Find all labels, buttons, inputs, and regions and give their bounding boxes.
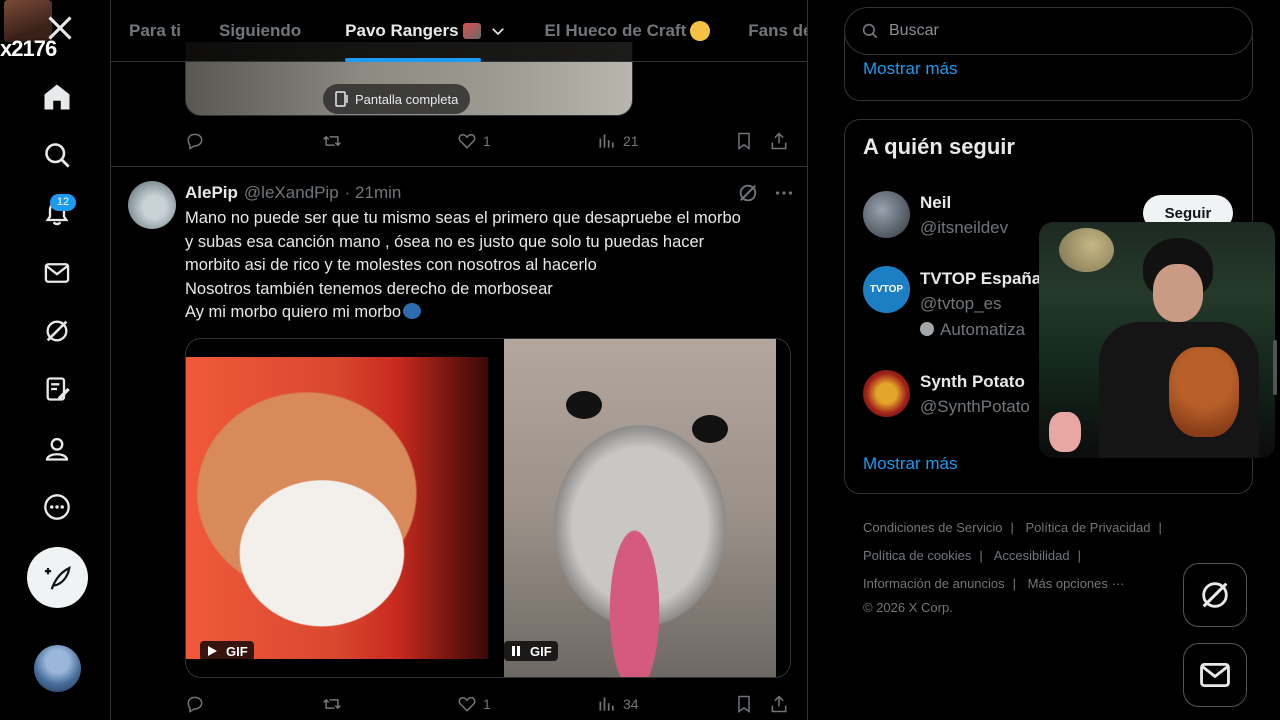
gif-grey-cat[interactable]: GIF [504,339,776,677]
post-header: AlePip @leXandPip · 21min [185,183,401,203]
pause-icon [512,646,520,656]
main-timeline: Para ti Siguiendo Pavo Rangers El Hueco … [110,0,808,720]
grok-floating-button[interactable] [1183,563,1247,627]
search-icon [862,23,878,39]
bookmark-button[interactable] [734,694,754,714]
cat-eye-right [692,415,728,443]
post-text: Mano no puede ser que tu mismo seas el p… [185,209,741,321]
grok-icon [1202,582,1228,608]
bookmark-icon [738,132,750,150]
footer-cookies-link[interactable]: Política de cookies [863,548,971,563]
cat-eye-left [566,391,602,419]
views-chart-icon [599,697,614,711]
share-icon [771,132,787,150]
show-more-link[interactable]: Mostrar más [863,59,957,79]
timeline-tabs: Para ti Siguiendo Pavo Rangers El Hueco … [111,0,807,62]
post-actions: 1 34 [185,692,791,716]
robot-icon [920,322,934,336]
speaking-head-emoji-icon [403,303,422,319]
repost-icon [323,698,341,710]
grok-icon[interactable] [40,314,74,348]
post-tools [737,182,795,204]
home-icon[interactable] [40,80,74,114]
x-logo-icon[interactable] [46,14,74,42]
scared-emoji-icon [690,21,711,41]
envelope-icon [1200,662,1230,688]
views-chart-icon [599,134,614,148]
heart-icon [458,133,476,149]
more-options-icon[interactable] [40,490,74,524]
lists-icon[interactable] [40,372,74,406]
webcam-mini-figure [1049,412,1081,452]
pavo-emoji-icon [462,23,481,39]
who-to-follow-title: A quién seguir [863,134,1015,159]
views-button[interactable]: 34 [597,694,639,714]
tab-fans-de[interactable]: Fans de [748,0,807,62]
show-more-link[interactable]: Mostrar más [863,454,957,474]
like-button[interactable]: 1 [457,131,491,151]
suggestion-avatar [863,370,910,417]
previous-post-actions: 1 21 [185,129,791,153]
reply-icon [187,696,203,713]
messages-envelope-icon[interactable] [40,256,74,290]
compose-post-button[interactable] [27,547,88,608]
repost-button[interactable] [321,694,343,714]
reply-icon [187,133,203,150]
fullscreen-button[interactable]: Pantalla completa [323,84,471,114]
active-tab-indicator [345,58,481,62]
tab-para-ti[interactable]: Para ti [129,0,181,62]
post-media-grid: GIF GIF [185,338,791,678]
feather-plus-icon [44,565,71,590]
share-button[interactable] [769,694,789,714]
footer-copyright: © 2026 X Corp. [863,600,953,615]
footer-ads-link[interactable]: Información de anuncios [863,576,1005,591]
footer-accessibility-link[interactable]: Accesibilidad [994,548,1070,563]
share-button[interactable] [769,131,789,151]
reply-button[interactable] [185,131,205,151]
page-scrollbar[interactable] [1273,340,1277,395]
like-button[interactable]: 1 [457,694,491,714]
bookmark-button[interactable] [734,131,754,151]
gif-pause-badge[interactable]: GIF [504,641,558,661]
gif-orange-cat[interactable]: GIF [186,357,488,661]
suggestion-avatar: TVTOP [863,266,910,313]
profile-icon[interactable] [40,432,74,466]
messages-floating-button[interactable] [1183,643,1247,707]
search-input[interactable]: Buscar [844,7,1253,55]
post-divider [111,166,807,167]
gif-play-badge[interactable]: GIF [200,641,254,661]
account-avatar[interactable] [34,645,81,692]
reply-button[interactable] [185,694,205,714]
post-author-name[interactable]: AlePip [185,183,238,203]
notifications-count-badge: 12 [50,194,76,211]
post-author-avatar[interactable] [128,181,176,229]
views-button[interactable]: 21 [597,131,639,151]
streamer-webcam-overlay [1039,222,1275,458]
webcam-plush-toy [1169,347,1239,437]
footer-terms-link[interactable]: Condiciones de Servicio [863,520,1002,535]
more-horizontal-icon[interactable] [773,182,795,204]
footer-privacy-link[interactable]: Política de Privacidad [1025,520,1150,535]
repost-button[interactable] [321,131,343,151]
left-navigation: x2176 12 [0,0,110,720]
fullscreen-icon [335,91,348,107]
play-icon [208,646,217,656]
search-placeholder: Buscar [889,22,939,39]
grok-icon[interactable] [737,182,759,204]
share-icon [771,695,787,713]
chevron-down-icon [491,28,504,36]
heart-icon [458,696,476,712]
bookmark-icon [738,695,750,713]
search-icon[interactable] [40,138,74,172]
repost-icon [323,135,341,147]
tab-pavo-rangers[interactable]: Pavo Rangers [345,0,506,62]
tab-el-hueco-de-craft[interactable]: El Hueco de Craft [545,0,711,62]
post-timestamp[interactable]: · 21min [345,183,402,203]
post-author-handle[interactable]: @leXandPip [244,183,339,203]
tab-siguiendo[interactable]: Siguiendo [219,0,301,62]
footer-more-link[interactable]: Más opciones ··· [1028,576,1125,591]
suggestion-avatar [863,191,910,238]
